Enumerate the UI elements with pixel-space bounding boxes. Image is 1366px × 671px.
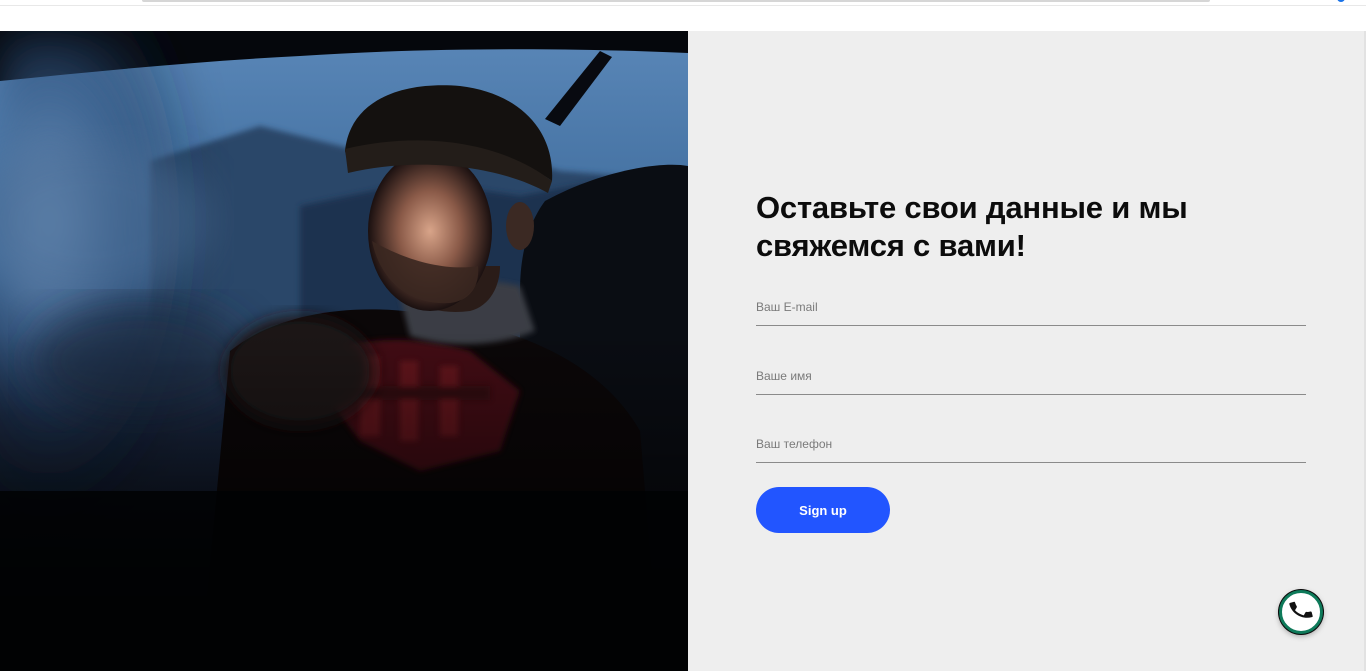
name-field[interactable]: [756, 362, 1306, 390]
phone-field-wrapper: [756, 430, 1306, 463]
email-field[interactable]: [756, 293, 1306, 321]
email-field-wrapper: [756, 293, 1306, 326]
name-field-wrapper: [756, 362, 1306, 395]
phone-field[interactable]: [756, 430, 1306, 458]
horizontal-scrollbar[interactable]: [142, 0, 1210, 2]
top-divider: [0, 5, 1366, 6]
browser-top-strip: [0, 0, 1366, 31]
phone-icon: [1288, 597, 1314, 628]
hero-photo: [0, 31, 688, 671]
contact-form-panel: Оставьте свои данные и мы свяжемся с вам…: [688, 31, 1366, 671]
browser-indicator: [1337, 0, 1345, 2]
sign-up-button[interactable]: Sign up: [756, 487, 890, 533]
callback-button[interactable]: [1279, 590, 1323, 634]
form-title: Оставьте свои данные и мы свяжемся с вам…: [756, 190, 1188, 263]
